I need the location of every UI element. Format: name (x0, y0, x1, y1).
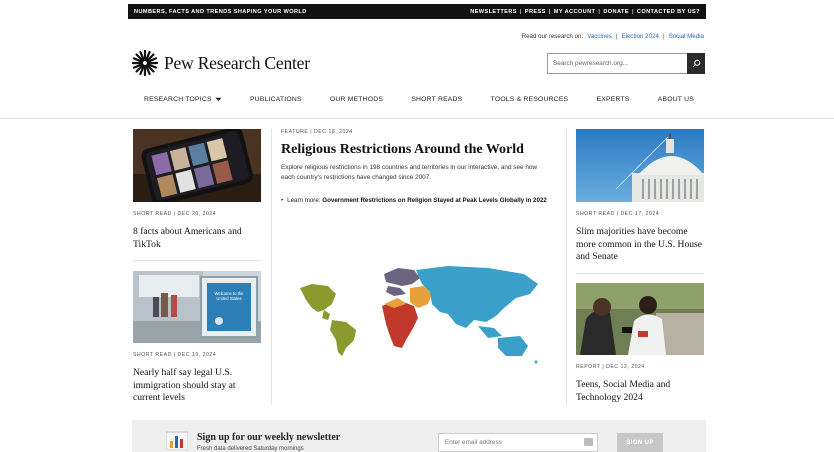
main-nav: RESEARCH TOPICS PUBLICATIONS OUR METHODS… (132, 96, 706, 103)
top-utility-bar: NUMBERS, FACTS AND TRENDS SHAPING YOUR W… (128, 4, 706, 19)
contacted-by-us-link[interactable]: CONTACTED BY US? (637, 9, 700, 15)
divider (576, 273, 704, 274)
tiktok-phone-image[interactable] (133, 129, 261, 202)
column-divider (566, 129, 567, 405)
nav-research-topics[interactable]: RESEARCH TOPICS (144, 96, 222, 103)
caret-down-icon (215, 97, 222, 101)
utility-links: NEWSLETTERS | PRESS | MY ACCOUNT | DONATE | … (470, 8, 700, 15)
topic-link-vaccines[interactable]: Vaccines (587, 33, 612, 40)
nav-experts[interactable]: EXPERTS (597, 96, 630, 103)
nav-tools-resources[interactable]: TOOLS & RESOURCES (491, 96, 569, 103)
topic-link-social-media[interactable]: Social Media (669, 33, 704, 40)
newsletter-subtitle: Fresh data delivered Saturday mornings (197, 446, 304, 452)
press-link[interactable]: PRESS (525, 9, 546, 15)
site-logo[interactable]: Pew Research Center (132, 50, 310, 76)
bullet-content: Learn more: Government Restrictions on R… (287, 196, 547, 206)
read-research-on: Read our research on: Vaccines | Electio… (521, 33, 704, 40)
card-title-link[interactable]: 8 facts about Americans and TikTok (133, 226, 261, 251)
card-immigration: SHORT READ | DEC 19, 2024 Nearly half sa… (133, 352, 261, 405)
card-kicker: SHORT READ | DEC 20, 2024 (133, 211, 217, 217)
email-field-icon (584, 438, 593, 446)
capitol-dome-image[interactable] (576, 129, 704, 202)
sign-up-button[interactable]: SIGN UP (617, 433, 663, 452)
card-kicker: SHORT READ | DEC 17, 2024 (576, 211, 660, 217)
feature-story: FEATURE | DEC 18, 2024 Religious Restric… (281, 129, 551, 206)
nav-label: SHORT READS (411, 96, 463, 103)
card-tiktok: SHORT READ | DEC 20, 2024 8 facts about … (133, 211, 261, 251)
read-on-label: Read our research on: (521, 33, 584, 40)
my-account-link[interactable]: MY ACCOUNT (554, 9, 596, 15)
topic-link-election-2024[interactable]: Election 2024 (621, 33, 659, 40)
tagline: NUMBERS, FACTS AND TRENDS SHAPING YOUR W… (134, 8, 307, 15)
newsletter-title: Sign up for our weekly newsletter (197, 432, 341, 443)
feature-title-link[interactable]: Religious Restrictions Around the World (281, 142, 551, 158)
bullet-dot: • (281, 197, 284, 204)
nav-short-reads[interactable]: SHORT READS (411, 96, 462, 103)
airport-immigration-image[interactable]: Welcome to the United States (133, 271, 261, 343)
nav-about-us[interactable]: ABOUT US (658, 96, 694, 103)
email-field[interactable] (438, 433, 598, 452)
feature-learn-more: • Learn more: Government Restrictions on… (281, 196, 551, 206)
nav-our-methods[interactable]: OUR METHODS (330, 96, 383, 103)
nav-label: RESEARCH TOPICS (144, 96, 212, 103)
card-kicker: REPORT | DEC 12, 2024 (576, 364, 645, 370)
nav-label: PUBLICATIONS (249, 96, 302, 103)
column-divider (271, 129, 272, 405)
search-button[interactable] (687, 53, 705, 74)
divider (133, 260, 261, 261)
newsletter-signup: Sign up for our weekly newsletter Fresh … (132, 420, 706, 452)
nav-publications[interactable]: PUBLICATIONS (250, 96, 302, 103)
pew-starburst-icon (132, 50, 158, 76)
newsletters-link[interactable]: NEWSLETTERS (470, 9, 517, 15)
card-title-link[interactable]: Nearly half say legal U.S. immigration s… (133, 367, 261, 405)
learn-more-link[interactable]: Government Restrictions on Religion Stay… (322, 197, 547, 204)
teens-phones-image[interactable] (576, 283, 704, 355)
logo-text: Pew Research Center (164, 52, 310, 73)
newsletter-chart-icon (166, 431, 188, 450)
search-bar (547, 53, 705, 74)
card-slim-majorities: SHORT READ | DEC 17, 2024 Slim majoritie… (576, 211, 706, 264)
card-title-link[interactable]: Slim majorities have become more common … (576, 226, 706, 264)
learn-more-label: Learn more: (287, 197, 321, 204)
donate-link[interactable]: DONATE (603, 9, 629, 15)
nav-divider (0, 118, 834, 119)
search-icon (692, 59, 700, 68)
nav-label: OUR METHODS (329, 96, 384, 103)
search-input[interactable] (547, 53, 687, 74)
feature-kicker: FEATURE | DEC 18, 2024 (281, 129, 353, 135)
welcome-sign-text: Welcome to the United States (214, 291, 244, 302)
nav-label: EXPERTS (596, 96, 630, 103)
nav-label: ABOUT US (657, 96, 694, 103)
card-teens-social-media: REPORT | DEC 12, 2024 Teens, Social Medi… (576, 364, 706, 404)
card-title-link[interactable]: Teens, Social Media and Technology 2024 (576, 379, 706, 404)
feature-description: Explore religious restrictions in 198 co… (281, 164, 538, 181)
nav-label: TOOLS & RESOURCES (490, 96, 569, 103)
card-kicker: SHORT READ | DEC 19, 2024 (133, 352, 217, 358)
world-map-image[interactable] (298, 264, 546, 368)
